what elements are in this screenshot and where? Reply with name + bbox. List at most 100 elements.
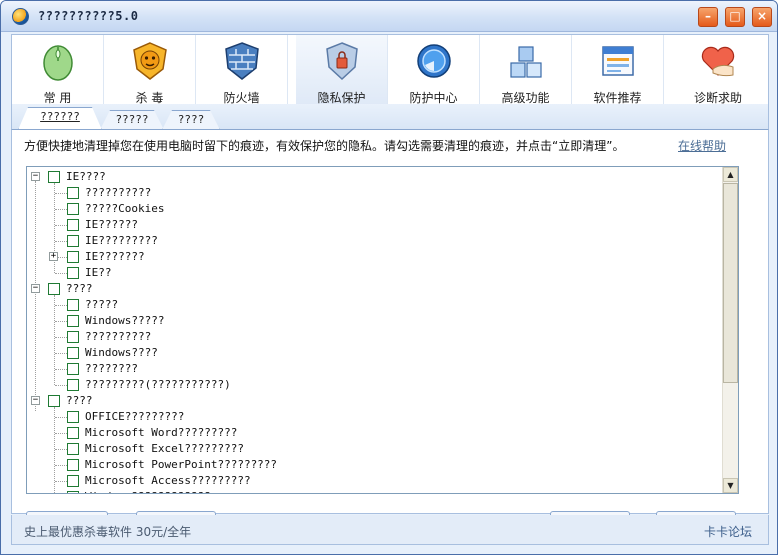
tree-item[interactable]: Windows???? — [27, 345, 717, 361]
tree-item[interactable]: IE????????? — [27, 233, 717, 249]
tree-item[interactable]: + IE??????? — [27, 249, 717, 265]
group-checkbox[interactable] — [48, 395, 60, 407]
item-label: ?????Cookies — [85, 202, 165, 215]
tree-item[interactable]: ?????Cookies — [27, 201, 717, 217]
tool-common[interactable]: 常 用 — [12, 35, 104, 105]
main-toolbar: 常 用 杀 毒 防火墙 隐私保护 防护中心 高级功能 软件推荐 诊断求助 — [11, 34, 769, 105]
tree-item[interactable]: ?????????? — [27, 329, 717, 345]
app-window: ??????????5.0 – □ × 常 用 杀 毒 防火墙 隐私保护 防护中… — [0, 0, 778, 555]
item-checkbox[interactable] — [67, 443, 79, 455]
item-label: Windows????? — [85, 314, 165, 327]
item-label: OFFICE????????? — [85, 410, 185, 423]
forum-link[interactable]: 卡卡论坛 — [704, 523, 752, 540]
item-checkbox[interactable] — [67, 379, 79, 391]
tree-group[interactable]: −???? — [27, 281, 717, 297]
item-label: Windows???????????? — [85, 490, 211, 493]
tab-1-active[interactable]: ?????? — [18, 107, 102, 130]
item-label: ????? — [85, 298, 119, 311]
tab-3[interactable]: ???? — [162, 110, 220, 130]
item-label: IE????????? — [85, 234, 158, 247]
item-checkbox[interactable] — [67, 411, 79, 423]
sub-tab-bar: ????? ???? ?????? — [11, 104, 769, 129]
item-checkbox[interactable] — [67, 331, 79, 343]
group-label: ???? — [66, 394, 93, 407]
item-checkbox[interactable] — [67, 427, 79, 439]
item-label: IE?? — [85, 266, 112, 279]
tree-item[interactable]: Windows????? — [27, 313, 717, 329]
item-checkbox[interactable] — [67, 219, 79, 231]
item-checkbox[interactable] — [67, 347, 79, 359]
group-label: IE???? — [66, 170, 106, 183]
item-label: Microsoft Word????????? — [85, 426, 238, 439]
status-bar: 史上最优惠杀毒软件 30元/全年 卡卡论坛 — [11, 515, 769, 545]
item-checkbox[interactable] — [67, 315, 79, 327]
promo-text[interactable]: 史上最优惠杀毒软件 30元/全年 — [24, 523, 191, 540]
tree-item[interactable]: ???????? — [27, 361, 717, 377]
tree-item[interactable]: Microsoft Access????????? — [27, 473, 717, 489]
collapse-toggle-icon[interactable]: − — [31, 396, 40, 405]
tree-item[interactable]: Microsoft Excel????????? — [27, 441, 717, 457]
tree-item[interactable]: ????? — [27, 297, 717, 313]
item-label: ?????????? — [85, 186, 152, 199]
collapse-toggle-icon[interactable]: − — [31, 172, 40, 181]
minimize-button[interactable]: – — [698, 7, 718, 27]
online-help-link[interactable]: 在线帮助 — [678, 137, 726, 154]
tree-item[interactable]: IE?????? — [27, 217, 717, 233]
tool-advanced[interactable]: 高级功能 — [480, 35, 572, 105]
scroll-thumb[interactable] — [723, 183, 738, 383]
tree-item[interactable]: Microsoft Word????????? — [27, 425, 717, 441]
window-title: ??????????5.0 — [38, 9, 139, 23]
tool-protection-center[interactable]: 防护中心 — [388, 35, 480, 105]
trace-tree: ▲ ▼ − IE?????????????? ?????Cookies IE?????… — [26, 166, 739, 494]
tree-item[interactable]: OFFICE????????? — [27, 409, 717, 425]
tree-item[interactable]: Windows???????????? — [27, 489, 717, 493]
scroll-down-icon[interactable]: ▼ — [723, 478, 738, 493]
item-checkbox[interactable] — [67, 203, 79, 215]
tool-antivirus[interactable]: 杀 毒 — [104, 35, 196, 105]
app-logo-icon — [12, 8, 29, 25]
item-label: Microsoft Excel????????? — [85, 442, 244, 455]
item-checkbox[interactable] — [67, 187, 79, 199]
item-checkbox[interactable] — [67, 491, 79, 493]
tree-item[interactable]: Microsoft PowerPoint????????? — [27, 457, 717, 473]
title-bar[interactable]: ??????????5.0 – □ × — [1, 1, 777, 32]
expand-toggle-icon[interactable]: + — [49, 252, 58, 261]
close-button[interactable]: × — [752, 7, 772, 27]
tree-scrollbar[interactable]: ▲ ▼ — [722, 167, 738, 493]
item-checkbox[interactable] — [67, 299, 79, 311]
item-label: Windows???? — [85, 346, 158, 359]
maximize-button[interactable]: □ — [725, 7, 745, 27]
item-checkbox[interactable] — [67, 363, 79, 375]
item-label: IE?????? — [85, 218, 138, 231]
collapse-toggle-icon[interactable]: − — [31, 284, 40, 293]
software-window-icon — [602, 46, 634, 76]
privacy-shield-icon — [326, 42, 358, 81]
item-checkbox[interactable] — [67, 267, 79, 279]
group-label: ???? — [66, 282, 93, 295]
tab-2[interactable]: ????? — [100, 110, 164, 130]
tree-item[interactable]: ?????????? — [27, 185, 717, 201]
tree-item[interactable]: IE?? — [27, 265, 717, 281]
tool-firewall[interactable]: 防火墙 — [196, 35, 288, 105]
group-checkbox[interactable] — [48, 283, 60, 295]
group-checkbox[interactable] — [48, 171, 60, 183]
item-checkbox[interactable] — [67, 475, 79, 487]
tool-privacy[interactable]: 隐私保护 — [296, 35, 388, 105]
scroll-up-icon[interactable]: ▲ — [723, 167, 738, 182]
tree-group[interactable]: − IE???? — [27, 169, 717, 185]
mouse-icon — [43, 45, 73, 81]
item-label: Microsoft Access????????? — [85, 474, 251, 487]
panel-description: 方便快捷地清理掉您在使用电脑时留下的痕迹，有效保护您的隐私。请勾选需要清理的痕迹… — [24, 139, 625, 153]
item-label: ?????????(???????????) — [85, 378, 231, 391]
tree-group[interactable]: −???? — [27, 393, 717, 409]
item-label: ???????? — [85, 362, 138, 375]
item-checkbox[interactable] — [67, 459, 79, 471]
tool-software[interactable]: 软件推荐 — [572, 35, 664, 105]
tool-diagnose[interactable]: 诊断求助 — [668, 35, 768, 105]
tree-item[interactable]: ?????????(???????????) — [27, 377, 717, 393]
item-checkbox[interactable] — [67, 251, 79, 263]
privacy-panel: 方便快捷地清理掉您在使用电脑时留下的痕迹，有效保护您的隐私。请勾选需要清理的痕迹… — [11, 129, 769, 519]
item-checkbox[interactable] — [67, 235, 79, 247]
protection-center-icon — [417, 44, 451, 78]
lion-shield-icon — [133, 42, 167, 80]
